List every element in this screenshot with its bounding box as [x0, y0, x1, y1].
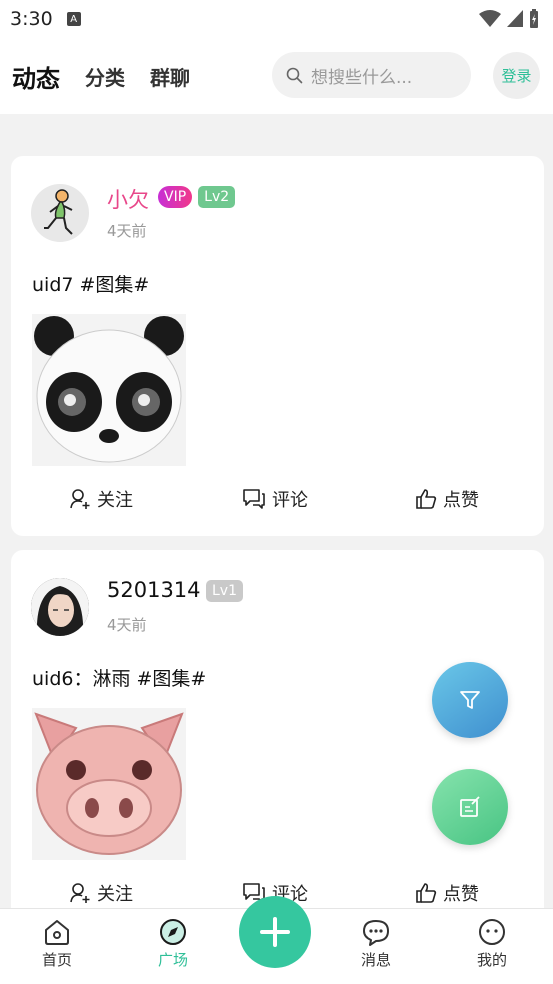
- follow-button[interactable]: 关注: [69, 486, 133, 512]
- comment-button[interactable]: 评论: [242, 486, 308, 512]
- nav-home-label: 首页: [41, 951, 72, 969]
- battery-icon: [530, 9, 538, 28]
- tab-category[interactable]: 分类: [85, 62, 125, 91]
- home-icon: [45, 920, 69, 945]
- post-text[interactable]: uid7 #图集#: [32, 270, 149, 297]
- anime-avatar-icon: [31, 578, 89, 636]
- compass-icon: [160, 919, 186, 945]
- nav-profile[interactable]: 我的: [462, 917, 522, 970]
- post-time: 4天前: [107, 222, 147, 240]
- edit-post-button[interactable]: [432, 769, 508, 845]
- follow-button[interactable]: 关注: [69, 880, 133, 906]
- post-card[interactable]: 小欠 VIP Lv2 4天前 uid7 #图集# 关注 评论 点赞: [11, 156, 544, 536]
- status-bar: 3:30 A: [0, 0, 553, 38]
- filter-icon: [460, 691, 480, 709]
- like-label: 点赞: [443, 490, 479, 511]
- profile-icon: [479, 919, 505, 945]
- search-input[interactable]: 想搜些什么...: [272, 52, 471, 98]
- nav-messages-label: 消息: [360, 951, 391, 969]
- notification-app-icon: A: [66, 12, 81, 26]
- nav-home[interactable]: 首页: [27, 917, 87, 970]
- comment-label: 评论: [272, 490, 308, 511]
- filter-button[interactable]: [432, 662, 508, 738]
- search-icon: [286, 67, 303, 83]
- nav-square[interactable]: 广场: [143, 917, 203, 970]
- avatar[interactable]: [31, 184, 89, 242]
- follow-label: 关注: [97, 884, 133, 905]
- post-card[interactable]: 5201314 Lv1 4天前 uid6：淋雨 #图集# 关注 评论 点赞: [11, 550, 544, 930]
- nav-profile-label: 我的: [476, 951, 507, 969]
- post-text[interactable]: uid6：淋雨 #图集#: [32, 664, 206, 691]
- like-label: 点赞: [443, 884, 479, 905]
- login-button[interactable]: 登录: [493, 52, 540, 99]
- status-indicators: [479, 9, 539, 29]
- post-image-panda[interactable]: [32, 314, 186, 466]
- message-icon: [363, 920, 389, 946]
- nav-square-label: 广场: [157, 951, 188, 969]
- follow-label: 关注: [97, 490, 133, 511]
- level-badge: Lv2: [198, 186, 236, 208]
- signal-icon: [507, 10, 523, 27]
- like-button[interactable]: 点赞: [415, 880, 479, 906]
- post-image-pig[interactable]: [32, 708, 186, 860]
- username[interactable]: 5201314: [107, 578, 201, 602]
- add-post-button[interactable]: [239, 896, 311, 968]
- username[interactable]: 小欠: [107, 184, 149, 214]
- runner-avatar-icon: [44, 189, 73, 235]
- wifi-icon: [479, 10, 501, 27]
- panda-emoji-image: [34, 316, 184, 463]
- pig-emoji-image: [34, 712, 184, 855]
- post-actions: 关注 评论 点赞: [11, 486, 544, 522]
- search-placeholder: 想搜些什么...: [311, 67, 413, 88]
- thumbs-up-icon: [416, 489, 437, 509]
- badge-row: Lv1: [206, 580, 243, 602]
- nav-messages[interactable]: 消息: [346, 917, 406, 970]
- follow-icon: [70, 489, 90, 509]
- thumbs-up-icon: [416, 883, 437, 903]
- badge-row: VIP Lv2: [158, 186, 236, 208]
- comment-icon: [243, 489, 265, 509]
- follow-icon: [70, 883, 90, 903]
- level-badge: Lv1: [206, 580, 243, 602]
- tab-group-chat[interactable]: 群聊: [150, 62, 190, 91]
- avatar[interactable]: [31, 578, 89, 636]
- status-time: 3:30: [10, 8, 53, 30]
- post-time: 4天前: [107, 616, 147, 634]
- like-button[interactable]: 点赞: [415, 486, 479, 512]
- edit-icon: [460, 796, 480, 817]
- vip-badge: VIP: [158, 186, 193, 208]
- tab-dynamic[interactable]: 动态: [10, 59, 60, 96]
- plus-icon: [260, 917, 290, 947]
- bottom-nav: 首页 广场 消息 我的: [0, 896, 553, 984]
- top-header: 动态 分类 群聊 想搜些什么... 登录: [0, 38, 553, 114]
